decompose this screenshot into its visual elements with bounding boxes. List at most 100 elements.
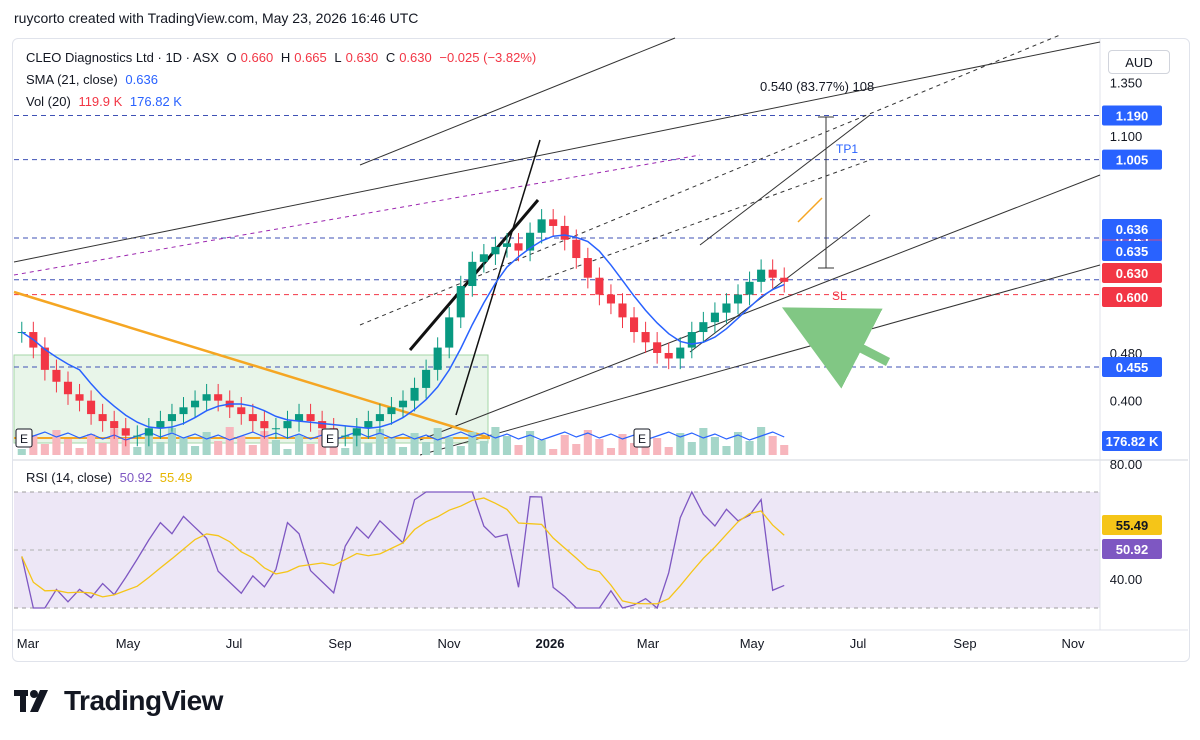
volume-bar: [214, 441, 223, 455]
candle-body: [398, 400, 408, 408]
candle-body: [468, 261, 477, 287]
volume-bar: [699, 428, 708, 455]
volume-bar: [167, 428, 176, 455]
rsi-label: RSI (14, close): [26, 470, 112, 485]
volume-bar: [364, 443, 373, 455]
candle-body: [549, 219, 558, 226]
trendline-11: [699, 114, 871, 246]
candle-body: [456, 286, 465, 318]
candle-body: [653, 342, 662, 353]
legend-ohlc[interactable]: CLEO Diagnostics Ltd · 1D · ASX O 0.660 H…: [26, 50, 540, 65]
candle-body: [387, 407, 396, 415]
price-tag-label: 0.630: [1116, 266, 1149, 281]
candle-body: [733, 294, 743, 304]
volume-bar: [75, 448, 84, 455]
candle-body: [710, 312, 719, 323]
volume-bar: [237, 436, 246, 455]
price-tick-label: 0.400: [1110, 394, 1143, 409]
footer-logo: TradingView: [14, 685, 223, 716]
trendline-4: [689, 214, 871, 353]
volume-bar: [52, 430, 61, 455]
currency-button[interactable]: AUD: [1108, 50, 1170, 74]
trendline-3: [419, 174, 1101, 441]
volume-bar: [491, 427, 500, 455]
sl-label: SL: [832, 289, 847, 303]
candle-body: [121, 428, 130, 436]
target-path: [797, 197, 823, 223]
candle-body: [780, 277, 789, 282]
candle-body: [375, 414, 384, 422]
price-tick-label: 1.100: [1110, 129, 1143, 144]
volume-bar: [202, 432, 211, 455]
volume-bar: [745, 441, 754, 455]
candle-body: [294, 414, 304, 422]
volume-bar: [410, 433, 419, 455]
candle-body: [479, 254, 488, 262]
time-tick-label: May: [116, 636, 141, 651]
legend-volume[interactable]: Vol (20) 119.9 K 176.82 K: [26, 94, 186, 109]
volume-bar: [664, 447, 673, 455]
candle-body: [248, 414, 257, 422]
tradingview-logo-icon: [14, 690, 48, 712]
volume-bar: [780, 445, 789, 455]
candle-body: [156, 421, 165, 429]
rsi-value: 50.92: [119, 470, 153, 485]
candle-body: [722, 303, 731, 313]
earnings-marker-label: E: [638, 432, 646, 446]
volume-bar: [98, 443, 107, 455]
candle-body: [583, 258, 592, 278]
close-value: 0.630: [399, 50, 432, 65]
candle-body: [63, 381, 73, 395]
volume-bar: [502, 436, 512, 455]
open-label: O: [226, 50, 237, 65]
volume-bar: [17, 449, 26, 455]
candle-body: [560, 225, 569, 240]
candle-body: [98, 414, 107, 422]
volume-bar: [537, 440, 546, 455]
volume-bar: [283, 449, 292, 455]
candle-body: [768, 269, 777, 278]
volume-bar: [271, 440, 280, 455]
volume-bar: [560, 435, 569, 455]
candle-body: [214, 394, 223, 401]
candle-body: [699, 322, 708, 333]
candle-body: [676, 347, 685, 359]
candle-body: [133, 435, 142, 437]
candle-body: [318, 421, 327, 429]
volume-bar: [456, 446, 465, 455]
candle-body: [595, 277, 604, 295]
price-tag-label: 0.636: [1116, 222, 1149, 237]
legend-sma[interactable]: SMA (21, close) 0.636: [26, 72, 162, 87]
legend-rsi[interactable]: RSI (14, close) 50.92 55.49: [26, 470, 196, 485]
volume-bar: [422, 442, 431, 455]
candle-body: [352, 428, 361, 436]
tradingview-brand: TradingView: [64, 685, 223, 716]
sma-label: SMA (21, close): [26, 72, 118, 87]
trendline-5: [359, 34, 1061, 326]
low-label: L: [334, 50, 342, 65]
trendline-2: [419, 264, 1101, 456]
rsi-ma-value: 55.49: [159, 470, 193, 485]
symbol-name[interactable]: CLEO Diagnostics Ltd · 1D · ASX: [26, 50, 219, 65]
candle-body: [514, 243, 523, 251]
rsi-tag-label: 50.92: [1116, 542, 1149, 557]
change-value: −0.025 (−3.82%): [439, 50, 537, 65]
volume-bar: [549, 449, 558, 455]
time-tick-label: 2026: [536, 636, 565, 651]
high-value: 0.665: [294, 50, 327, 65]
volume-bar: [722, 446, 731, 455]
candle-body: [341, 435, 350, 437]
time-tick-label: Nov: [437, 636, 461, 651]
candle-body: [491, 246, 500, 255]
candle-body: [687, 332, 696, 348]
volume-bar: [398, 447, 408, 455]
rsi-tick-label: 80.00: [1110, 457, 1143, 472]
candle-body: [572, 239, 581, 259]
price-tag-label: 1.190: [1116, 108, 1149, 123]
price-chart[interactable]: 0.540 (83.77%) 108 TP1 SL E E E 1.350 1.100 0.4…: [0, 0, 1200, 740]
volume-bar: [572, 444, 581, 455]
horizontal-levels: [14, 114, 1100, 368]
rsi-tick-label: 40.00: [1110, 572, 1143, 587]
close-label: C: [385, 50, 396, 65]
volume-bar: [757, 427, 766, 455]
